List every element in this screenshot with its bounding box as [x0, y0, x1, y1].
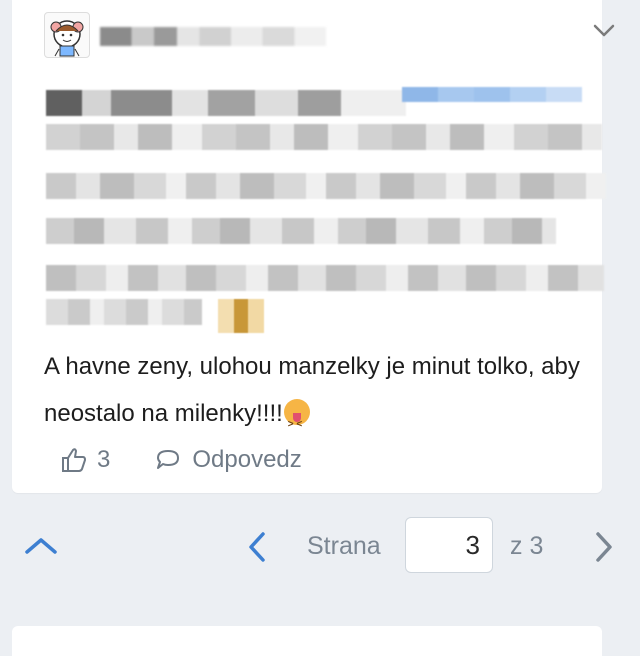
page-number-input[interactable]: 3 — [405, 517, 493, 573]
tongue-out-emoji-icon — [283, 399, 310, 448]
page-label: Strana — [307, 532, 381, 560]
chevron-up-icon[interactable] — [24, 534, 58, 563]
avatar-illustration — [50, 20, 84, 57]
blurred-text-line-3 — [46, 173, 606, 199]
speech-bubble-icon[interactable] — [154, 448, 182, 472]
total-pages-label: z 3 — [510, 532, 544, 560]
blurred-text-line-6 — [46, 299, 202, 325]
like-count: 3 — [97, 446, 111, 473]
thumbs-up-icon[interactable] — [59, 447, 87, 473]
user-avatar[interactable] — [44, 12, 90, 58]
chevron-down-icon[interactable] — [592, 20, 616, 40]
reply-button[interactable]: Odpovedz — [192, 446, 301, 474]
blurred-text-line-2 — [46, 124, 602, 150]
blurred-username-date — [100, 27, 326, 46]
blurred-mention — [402, 87, 582, 102]
chevron-left-icon[interactable] — [245, 530, 269, 569]
blurred-text-line-1 — [46, 90, 406, 116]
blurred-text-line-4 — [46, 218, 556, 244]
blurred-text-line-5 — [46, 265, 604, 291]
post-actions: 3 Odpovedz — [59, 446, 302, 474]
post-visible-text: A havne zeny, ulohou manzelky je minut t… — [44, 353, 580, 427]
blurred-emoji — [218, 299, 264, 333]
next-post-card — [12, 626, 602, 656]
post-text: A havne zeny, ulohou manzelky je minut t… — [44, 343, 619, 448]
chevron-right-icon[interactable] — [592, 530, 616, 569]
post-card: A havne zeny, ulohou manzelky je minut t… — [12, 0, 615, 493]
